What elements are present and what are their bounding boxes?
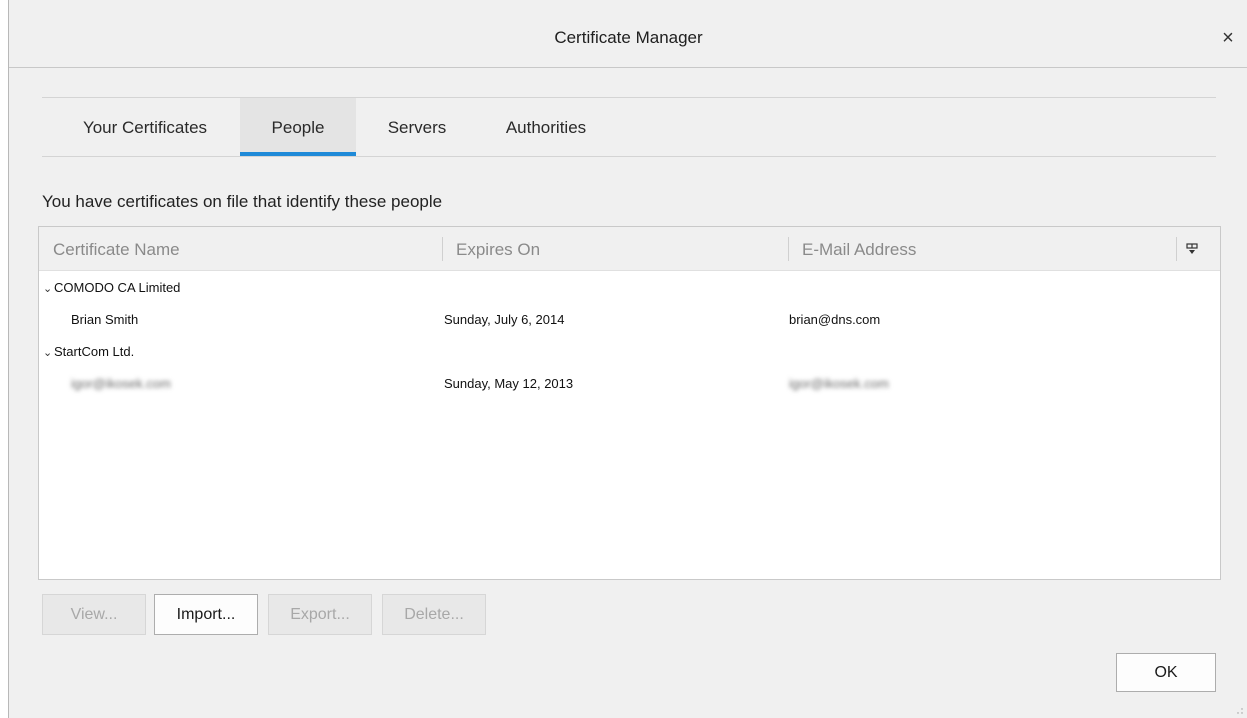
column-header-email[interactable]: E-Mail Address (802, 227, 916, 271)
column-picker-icon[interactable] (1186, 243, 1198, 255)
export-button[interactable]: Export... (268, 594, 372, 635)
delete-button[interactable]: Delete... (382, 594, 486, 635)
group-label: ⌄ COMODO CA Limited (43, 273, 180, 304)
column-separator[interactable] (1176, 237, 1177, 261)
group-name: StartCom Ltd. (54, 344, 135, 359)
chevron-down-icon[interactable]: ⌄ (43, 274, 53, 304)
column-header-expires-on[interactable]: Expires On (456, 227, 540, 271)
cell-certificate-name: igor@ikosek.com (71, 376, 171, 391)
table-row[interactable]: igor@ikosek.com Sunday, May 12, 2013 igo… (39, 369, 1220, 399)
group-name: COMODO CA Limited (54, 280, 181, 295)
close-icon[interactable]: × (1218, 28, 1238, 48)
ok-button[interactable]: OK (1116, 653, 1216, 692)
tab-people[interactable]: People (240, 98, 356, 156)
window-title: Certificate Manager (554, 28, 703, 47)
column-separator[interactable] (788, 237, 789, 261)
certificate-manager-dialog: Certificate Manager × Your Certificates … (8, 0, 1247, 718)
tab-your-certificates[interactable]: Your Certificates (55, 98, 235, 156)
chevron-down-icon[interactable]: ⌄ (43, 338, 53, 368)
intro-text: You have certificates on file that ident… (42, 192, 443, 211)
cell-certificate-name: Brian Smith (71, 312, 139, 327)
view-button[interactable]: View... (42, 594, 146, 635)
cell-expires-on: Sunday, May 12, 2013 (444, 376, 574, 391)
column-header-certificate-name[interactable]: Certificate Name (53, 227, 180, 271)
tab-bar: Your Certificates People Servers Authori… (42, 97, 1216, 157)
tab-authorities[interactable]: Authorities (482, 98, 610, 156)
title-bar: Certificate Manager × (9, 0, 1247, 68)
column-separator[interactable] (442, 237, 443, 261)
group-label: ⌄ StartCom Ltd. (43, 337, 134, 368)
tab-servers[interactable]: Servers (370, 98, 464, 156)
cell-expires-on: Sunday, July 6, 2014 (444, 312, 565, 327)
tree-group-row[interactable]: ⌄ StartCom Ltd. (39, 337, 1220, 367)
tree-group-row[interactable]: ⌄ COMODO CA Limited (39, 273, 1220, 303)
certificate-tree[interactable]: Certificate Name Expires On E-Mail Addre… (38, 226, 1221, 580)
table-row[interactable]: Brian Smith Sunday, July 6, 2014 brian@d… (39, 305, 1220, 335)
resize-grip-icon[interactable] (1237, 708, 1243, 714)
table-header: Certificate Name Expires On E-Mail Addre… (39, 227, 1220, 271)
cell-email: brian@dns.com (789, 312, 881, 327)
cell-email: igor@ikosek.com (789, 376, 889, 391)
import-button[interactable]: Import... (154, 594, 258, 635)
